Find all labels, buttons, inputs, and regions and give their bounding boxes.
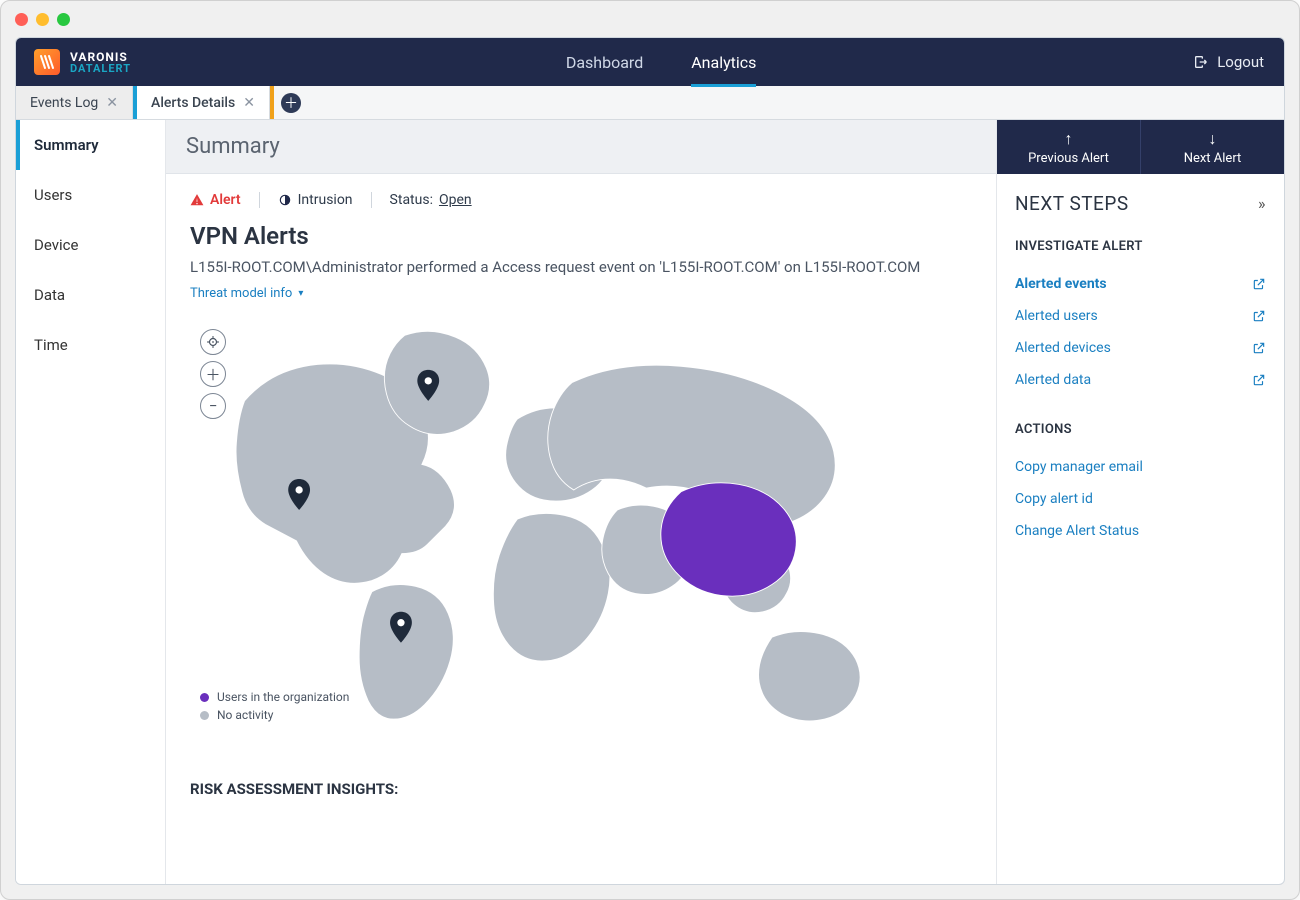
next-alert-button[interactable]: ↓ Next Alert	[1141, 120, 1284, 174]
main: Summary Alert Intrusion	[166, 120, 1284, 884]
alert-title: VPN Alerts	[190, 222, 972, 250]
open-external-icon	[1252, 341, 1266, 355]
window-minimize-button[interactable]	[36, 13, 49, 26]
close-tab-icon[interactable]: ✕	[243, 95, 255, 111]
threat-model-link[interactable]: Threat model info ▾	[190, 286, 303, 301]
map-zoom-out-button[interactable]: −	[200, 393, 226, 419]
window-titlebar	[1, 1, 1299, 37]
alert-nav: ↑ Previous Alert ↓ Next Alert	[997, 120, 1284, 174]
map-controls: ＋ −	[200, 329, 226, 419]
status-label: Status:	[390, 192, 433, 208]
map-locate-button[interactable]	[200, 329, 226, 355]
divider	[371, 192, 372, 208]
legend-dot-noactivity-icon	[200, 711, 209, 720]
close-tab-icon[interactable]: ✕	[106, 95, 118, 111]
tab-events-log-label: Events Log	[30, 95, 98, 111]
divider	[259, 192, 260, 208]
top-nav: Dashboard Analytics	[149, 38, 1173, 86]
link-alerted-devices[interactable]: Alerted devices	[1015, 332, 1266, 364]
shield-icon	[278, 193, 292, 207]
window-maximize-button[interactable]	[57, 13, 70, 26]
map-zoom-in-button[interactable]: ＋	[200, 361, 226, 387]
previous-alert-button[interactable]: ↑ Previous Alert	[997, 120, 1141, 174]
link-alerted-events[interactable]: Alerted events	[1015, 268, 1266, 300]
action-change-alert-status[interactable]: Change Alert Status	[1015, 515, 1266, 547]
logout-icon	[1193, 54, 1209, 70]
page-heading: Summary	[166, 120, 996, 174]
alert-chip-row: Alert Intrusion Status: Open	[190, 192, 972, 208]
legend-dot-users-icon	[200, 693, 209, 702]
arrow-up-icon: ↑	[1065, 129, 1073, 149]
content-column: Summary Alert Intrusion	[166, 120, 996, 884]
status-chip: Status: Open	[390, 192, 472, 208]
open-external-icon	[1252, 309, 1266, 323]
sidebar-item-users[interactable]: Users	[16, 170, 165, 220]
nav-analytics[interactable]: Analytics	[691, 38, 756, 86]
legend-users-label: Users in the organization	[217, 690, 349, 704]
brand-mark-icon	[34, 49, 60, 75]
intrusion-chip: Intrusion	[278, 192, 353, 208]
arrow-down-icon: ↓	[1209, 129, 1217, 149]
brand-text: VARONIS DATALERT	[70, 51, 131, 74]
investigate-section-title: INVESTIGATE ALERT	[1015, 239, 1266, 254]
alert-subtitle: L155I-ROOT.COM\Administrator performed a…	[190, 258, 972, 276]
app-frame: VARONIS DATALERT Dashboard Analytics Log…	[15, 37, 1285, 885]
next-steps-title: NEXT STEPS	[1015, 192, 1129, 215]
topbar: VARONIS DATALERT Dashboard Analytics Log…	[16, 38, 1284, 86]
open-external-icon	[1252, 277, 1266, 291]
logout-label: Logout	[1217, 53, 1264, 71]
sidebar: Summary Users Device Data Time	[16, 120, 166, 884]
content-body: Alert Intrusion Status: Open	[166, 174, 996, 884]
brand-logo[interactable]: VARONIS DATALERT	[16, 38, 149, 86]
right-column: ↑ Previous Alert ↓ Next Alert NEXT STEPS…	[996, 120, 1284, 884]
tab-alerts-details[interactable]: Alerts Details ✕	[133, 86, 270, 119]
legend-noactivity-label: No activity	[217, 708, 273, 722]
action-copy-manager-email[interactable]: Copy manager email	[1015, 451, 1266, 483]
tab-events-log[interactable]: Events Log ✕	[16, 86, 133, 119]
window-close-button[interactable]	[15, 13, 28, 26]
chevron-down-icon: ▾	[298, 288, 303, 299]
tab-alerts-details-label: Alerts Details	[151, 95, 235, 111]
link-alerted-users[interactable]: Alerted users	[1015, 300, 1266, 332]
map-container: ＋ −	[190, 319, 972, 750]
world-map[interactable]	[190, 319, 972, 746]
add-tab[interactable]: ＋	[274, 86, 308, 119]
mac-window: VARONIS DATALERT Dashboard Analytics Log…	[0, 0, 1300, 900]
sidebar-item-time[interactable]: Time	[16, 320, 165, 370]
link-alerted-data[interactable]: Alerted data	[1015, 364, 1266, 396]
insights-heading: RISK ASSESSMENT INSIGHTS:	[190, 780, 972, 798]
alert-chip: Alert	[190, 192, 241, 208]
actions-section-title: ACTIONS	[1015, 422, 1266, 437]
map-legend: Users in the organization No activity	[200, 686, 349, 722]
body: Summary Users Device Data Time Summary A…	[16, 120, 1284, 884]
sidebar-item-summary[interactable]: Summary	[16, 120, 165, 170]
sidebar-item-data[interactable]: Data	[16, 270, 165, 320]
status-value-link[interactable]: Open	[439, 192, 472, 208]
warning-icon	[190, 193, 204, 207]
nav-dashboard[interactable]: Dashboard	[566, 38, 643, 86]
tabstrip: Events Log ✕ Alerts Details ✕ ＋	[16, 86, 1284, 120]
open-external-icon	[1252, 373, 1266, 387]
next-steps-title-row: NEXT STEPS »	[1015, 192, 1266, 215]
sidebar-item-device[interactable]: Device	[16, 220, 165, 270]
collapse-panel-button[interactable]: »	[1258, 194, 1266, 213]
crosshair-icon	[206, 335, 220, 349]
next-steps-panel: NEXT STEPS » INVESTIGATE ALERT Alerted e…	[997, 174, 1284, 565]
plus-icon: ＋	[281, 93, 301, 113]
action-copy-alert-id[interactable]: Copy alert id	[1015, 483, 1266, 515]
logout-button[interactable]: Logout	[1173, 38, 1284, 86]
